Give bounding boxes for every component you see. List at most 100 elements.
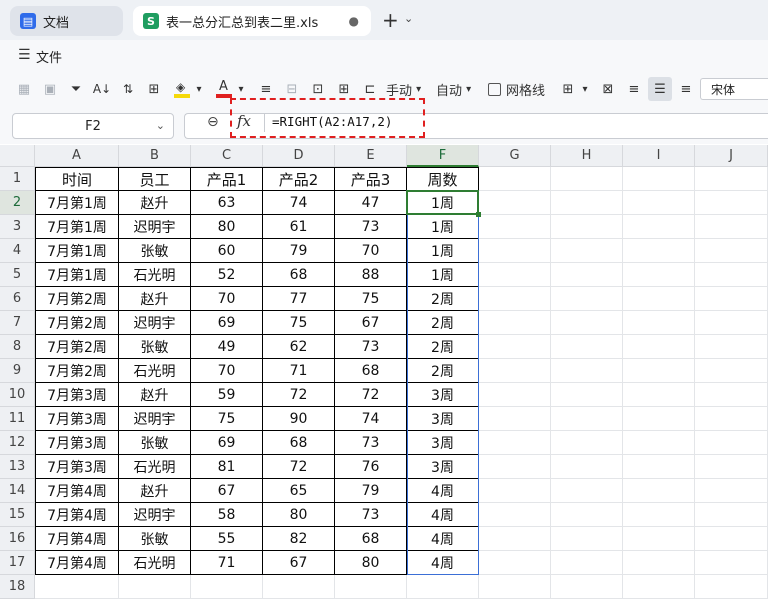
table-cell[interactable]: 1周 — [407, 191, 479, 215]
unsaved-dot-icon[interactable]: ● — [349, 14, 359, 28]
table-cell[interactable]: 68 — [335, 527, 407, 551]
table-cell[interactable]: 1周 — [407, 263, 479, 287]
row-header-16[interactable]: 16 — [0, 527, 35, 551]
spreadsheet-grid[interactable]: A B C D E F G H I J 1 2 3 4 5 6 7 8 9 10 11 12 13 14 15 16 17 18 时间员… — [0, 145, 768, 601]
table-cell[interactable]: 迟明宇 — [119, 311, 191, 335]
fill-handle[interactable] — [476, 212, 481, 217]
table-cell[interactable]: 80 — [191, 215, 263, 239]
table-cell[interactable]: 79 — [335, 479, 407, 503]
table-cell[interactable]: 7月第1周 — [35, 263, 119, 287]
row-header-13[interactable]: 13 — [0, 455, 35, 479]
table-cell[interactable]: 73 — [335, 431, 407, 455]
align-right-icon[interactable]: ≡ — [676, 79, 696, 99]
table-cell[interactable]: 88 — [335, 263, 407, 287]
clear-format-icon[interactable]: ⊠ — [598, 79, 618, 99]
table-cell[interactable]: 2周 — [407, 359, 479, 383]
header-cell[interactable]: 员工 — [119, 167, 191, 191]
table-cell[interactable]: 7月第1周 — [35, 191, 119, 215]
table-cell[interactable]: 90 — [263, 407, 335, 431]
table-cell[interactable]: 49 — [191, 335, 263, 359]
table-cell[interactable]: 68 — [335, 359, 407, 383]
font-color-icon[interactable]: A — [214, 79, 234, 99]
filter-icon[interactable]: ⏷ — [66, 79, 86, 99]
header-cell[interactable]: 周数 — [407, 167, 479, 191]
chevron-down-icon[interactable]: ▾ — [580, 79, 590, 99]
header-cell[interactable]: 产品2 — [263, 167, 335, 191]
table-cell[interactable]: 张敏 — [119, 527, 191, 551]
row-header-14[interactable]: 14 — [0, 479, 35, 503]
hamburger-icon[interactable]: ☰ — [18, 47, 31, 63]
table-cell[interactable]: 68 — [263, 263, 335, 287]
chevron-down-icon[interactable]: ▾ — [236, 79, 246, 99]
table-cell[interactable]: 石光明 — [119, 263, 191, 287]
row-header-4[interactable]: 4 — [0, 239, 35, 263]
table-cell[interactable]: 2周 — [407, 311, 479, 335]
row-header-15[interactable]: 15 — [0, 503, 35, 527]
table-cell[interactable]: 张敏 — [119, 335, 191, 359]
column-header-b[interactable]: B — [119, 145, 191, 167]
table-cell[interactable]: 4周 — [407, 479, 479, 503]
table-cell[interactable]: 81 — [191, 455, 263, 479]
gridlines-toggle[interactable]: 网格线 — [488, 79, 548, 99]
row-header-8[interactable]: 8 — [0, 335, 35, 359]
new-tab-plus-icon[interactable]: + — [382, 8, 399, 32]
zoom-icon[interactable]: ⊖ — [207, 114, 219, 130]
table-cell[interactable]: 7月第3周 — [35, 383, 119, 407]
table-cell[interactable]: 60 — [191, 239, 263, 263]
table-cell[interactable]: 3周 — [407, 431, 479, 455]
table-cell[interactable]: 赵升 — [119, 191, 191, 215]
table-cell[interactable]: 赵升 — [119, 287, 191, 311]
merge-cells-icon[interactable]: ⊟ — [282, 79, 302, 99]
column-header-a[interactable]: A — [35, 145, 119, 167]
table-cell[interactable]: 67 — [191, 479, 263, 503]
row-header-9[interactable]: 9 — [0, 359, 35, 383]
table-cell[interactable]: 71 — [263, 359, 335, 383]
font-name-select[interactable]: 宋体 — [700, 78, 768, 100]
row-header-18[interactable]: 18 — [0, 575, 35, 599]
table-cell[interactable]: 7月第3周 — [35, 431, 119, 455]
manual-button[interactable]: 手动 ▾ — [386, 79, 426, 99]
table-cell[interactable]: 75 — [263, 311, 335, 335]
paste-icon[interactable]: ▣ — [40, 79, 60, 99]
table-cell[interactable]: 59 — [191, 383, 263, 407]
table-cell[interactable]: 7月第4周 — [35, 551, 119, 575]
conditional-format-icon[interactable]: ⊞ — [558, 79, 578, 99]
table-cell[interactable]: 72 — [335, 383, 407, 407]
table-cell[interactable]: 4周 — [407, 527, 479, 551]
table-cell[interactable]: 67 — [263, 551, 335, 575]
row-header-17[interactable]: 17 — [0, 551, 35, 575]
table-cell[interactable]: 73 — [335, 503, 407, 527]
wrap-text-icon[interactable]: ≡ — [256, 79, 276, 99]
header-cell[interactable]: 时间 — [35, 167, 119, 191]
align-left-icon[interactable]: ≡ — [624, 79, 644, 99]
chevron-down-icon[interactable]: ⌄ — [404, 12, 413, 25]
table-cell[interactable]: 7月第4周 — [35, 503, 119, 527]
table-cell[interactable]: 2周 — [407, 287, 479, 311]
table-cell[interactable]: 72 — [263, 455, 335, 479]
table-cell[interactable]: 7月第2周 — [35, 359, 119, 383]
table-cell[interactable]: 迟明宇 — [119, 215, 191, 239]
table-cell[interactable]: 72 — [263, 383, 335, 407]
row-header-1[interactable]: 1 — [0, 167, 35, 191]
table-cell[interactable]: 3周 — [407, 383, 479, 407]
row-header-5[interactable]: 5 — [0, 263, 35, 287]
table-cell[interactable]: 63 — [191, 191, 263, 215]
table-cell[interactable]: 石光明 — [119, 359, 191, 383]
table-cell[interactable]: 73 — [335, 215, 407, 239]
table-cell[interactable]: 52 — [191, 263, 263, 287]
column-header-d[interactable]: D — [263, 145, 335, 167]
fill-color-icon[interactable]: ◈ — [172, 79, 192, 99]
tab-documents[interactable]: ▤ 文档 — [10, 6, 123, 36]
chevron-down-icon[interactable]: ⌄ — [156, 119, 165, 132]
table-cell[interactable]: 赵升 — [119, 383, 191, 407]
table-cell[interactable]: 67 — [335, 311, 407, 335]
table-cell[interactable]: 3周 — [407, 455, 479, 479]
column-header-e[interactable]: E — [335, 145, 407, 167]
table-cell[interactable]: 7月第1周 — [35, 239, 119, 263]
table-cell[interactable]: 石光明 — [119, 551, 191, 575]
borders-icon[interactable]: ⊞ — [144, 79, 164, 99]
row-header-12[interactable]: 12 — [0, 431, 35, 455]
table-cell[interactable]: 62 — [263, 335, 335, 359]
table-cell[interactable]: 74 — [263, 191, 335, 215]
table-cell[interactable]: 68 — [263, 431, 335, 455]
